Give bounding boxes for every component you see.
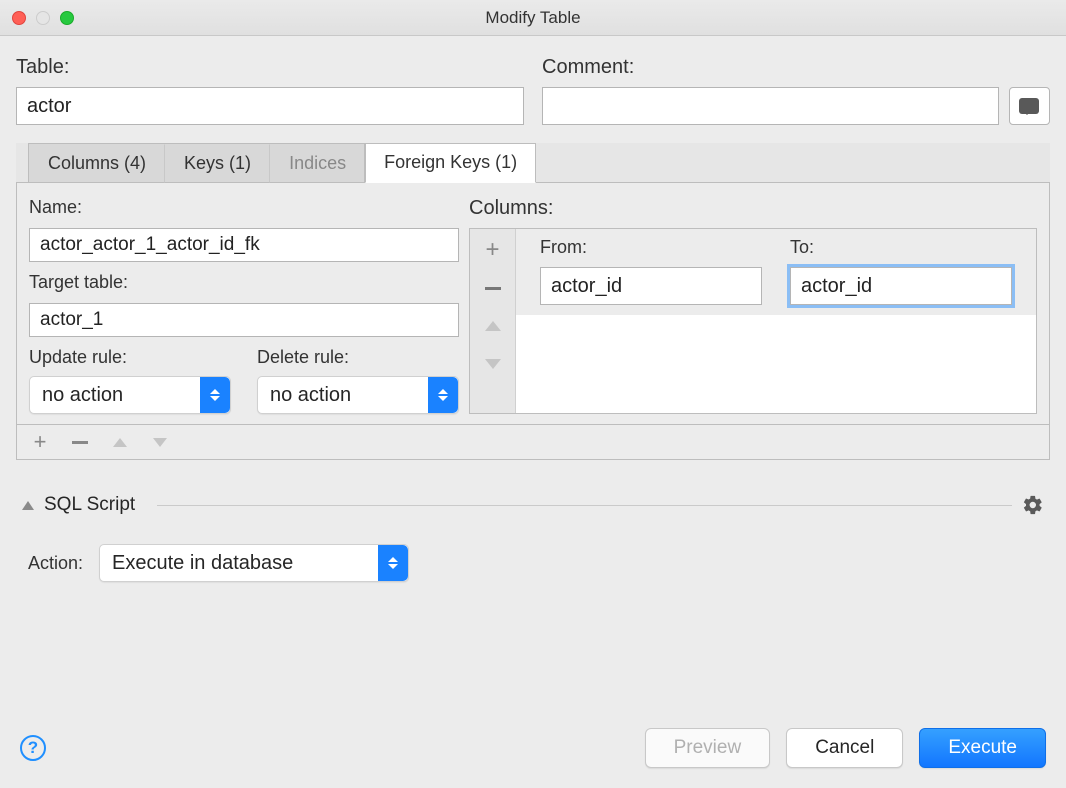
gear-icon [1022, 494, 1044, 516]
settings-button[interactable] [1022, 494, 1044, 516]
sql-script-title: SQL Script [44, 494, 135, 516]
footer: ? Preview Cancel Execute [0, 712, 1066, 788]
disclosure-triangle-icon [22, 501, 34, 510]
foreign-key-panel: Name: Target table: Update rule: no acti… [16, 183, 1050, 425]
to-label: To: [790, 237, 1012, 258]
fk-update-value: no action [42, 384, 123, 407]
plus-icon: + [485, 238, 499, 262]
select-arrows-icon [200, 377, 230, 413]
fk-name-label: Name: [29, 197, 459, 218]
fk-target-label: Target table: [29, 272, 459, 293]
tab-columns[interactable]: Columns (4) [29, 144, 165, 183]
comment-input[interactable] [542, 87, 999, 125]
comment-expand-button[interactable] [1009, 87, 1050, 125]
window-title: Modify Table [0, 8, 1066, 28]
fk-list-toolbar: + [16, 425, 1050, 460]
move-fk-down-button[interactable] [149, 431, 171, 453]
fk-delete-label: Delete rule: [257, 347, 459, 368]
move-down-button[interactable] [482, 353, 504, 375]
select-arrows-icon [428, 377, 458, 413]
select-arrows-icon [378, 545, 408, 581]
to-column-input[interactable] [790, 267, 1012, 305]
remove-fk-button[interactable] [69, 431, 91, 453]
plus-icon: + [34, 429, 47, 455]
tab-keys[interactable]: Keys (1) [165, 144, 270, 183]
chevron-up-icon [485, 321, 501, 331]
tabs-bar: Columns (4) Keys (1) Indices Foreign Key… [16, 143, 1050, 183]
move-fk-up-button[interactable] [109, 431, 131, 453]
add-fk-button[interactable]: + [29, 431, 51, 453]
columns-empty-area [516, 315, 1036, 413]
help-icon: ? [28, 738, 38, 758]
tab-indices[interactable]: Indices [270, 144, 364, 183]
table-name-input[interactable] [16, 87, 524, 125]
table-label: Table: [16, 56, 524, 79]
fk-delete-value: no action [270, 384, 351, 407]
action-value: Execute in database [112, 552, 293, 575]
tab-foreign-keys[interactable]: Foreign Keys (1) [365, 143, 536, 183]
fk-update-select[interactable]: no action [29, 376, 231, 414]
from-column-input[interactable] [540, 267, 762, 305]
remove-column-button[interactable] [482, 277, 504, 299]
fk-name-input[interactable] [29, 228, 459, 262]
fk-columns-box: + From: To: [469, 228, 1037, 414]
columns-toolbar: + [470, 229, 516, 413]
titlebar: Modify Table [0, 0, 1066, 36]
fk-target-input[interactable] [29, 303, 459, 337]
fk-update-label: Update rule: [29, 347, 231, 368]
fk-columns-label: Columns: [469, 197, 1037, 220]
comment-icon [1019, 98, 1039, 114]
execute-button[interactable]: Execute [919, 728, 1046, 768]
divider [157, 505, 1012, 506]
fk-delete-select[interactable]: no action [257, 376, 459, 414]
help-button[interactable]: ? [20, 735, 46, 761]
chevron-down-icon [153, 438, 167, 447]
chevron-up-icon [113, 438, 127, 447]
move-up-button[interactable] [482, 315, 504, 337]
chevron-down-icon [485, 359, 501, 369]
comment-label: Comment: [542, 56, 1050, 79]
minus-icon [72, 441, 88, 444]
from-label: From: [540, 237, 762, 258]
action-label: Action: [28, 553, 83, 574]
preview-button[interactable]: Preview [645, 728, 771, 768]
action-select[interactable]: Execute in database [99, 544, 409, 582]
add-column-button[interactable]: + [482, 239, 504, 261]
sql-script-header[interactable]: SQL Script [22, 494, 1044, 516]
minus-icon [485, 287, 501, 290]
cancel-button[interactable]: Cancel [786, 728, 903, 768]
